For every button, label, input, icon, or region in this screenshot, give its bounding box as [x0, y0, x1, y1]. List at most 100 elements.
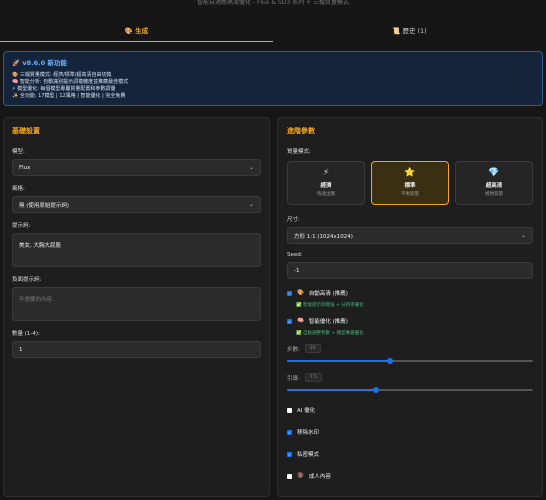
banner-line: ⚡ 模型優化: 每個模型專屬質量配置和參數調優	[12, 86, 534, 93]
prompt-text: 美女, 大胸大屁股	[19, 243, 61, 249]
steps-label-row: 步數: 20	[287, 344, 533, 353]
mode-desc: 平衡質量	[401, 192, 419, 197]
mode-standard-button[interactable]: ⭐ 標準 平衡質量	[371, 161, 449, 205]
seed-label: Seed:	[287, 252, 303, 258]
palette-icon: 🎨	[12, 72, 19, 78]
smart-optimize-label: 智能優化 (推薦)	[308, 319, 348, 325]
count-value: 1	[19, 346, 23, 353]
palette-icon: 🎨	[297, 290, 304, 296]
model-select-value: Flux	[19, 164, 31, 171]
mode-name: 標準	[404, 183, 416, 189]
guidance-label-row: 引導: 7.5	[287, 373, 533, 382]
size-select[interactable]: 方形 1:1 (1024x1024) ⌄	[287, 227, 533, 244]
count-label: 數量 (1-4):	[12, 331, 40, 337]
seed-value: -1	[294, 267, 300, 274]
tab-history[interactable]: 📜 歷史 (1)	[273, 22, 546, 42]
auto-hd-checkbox-row[interactable]: ✓ 🎨 自動高清 (推薦)	[287, 289, 533, 297]
negative-prompt-placeholder: 不想要的內容...	[19, 297, 58, 303]
smart-optimize-hint: ✅ 自動調整參數 + 模型專屬優化	[296, 331, 364, 336]
banner-line-text: 三檔質量模式: 經濟/標準/超高清自由切換	[19, 72, 112, 78]
ai-optimize-checkbox-row[interactable]: AI 優化	[287, 406, 533, 414]
adult-content-checkbox-row[interactable]: 🔞 成人內容	[287, 472, 533, 480]
style-label: 風格:	[12, 186, 25, 192]
steps-slider-handle[interactable]	[387, 358, 394, 364]
advanced-params-panel: 進階參數 質量模式: ⚡ 經濟 快速出圖 ⭐ 標準 平衡質量 💎 超高清 極致質…	[277, 117, 543, 497]
mode-economy-button[interactable]: ⚡ 經濟 快速出圖	[287, 161, 365, 205]
prompt-label: 提示詞:	[12, 223, 31, 229]
negative-prompt-textarea[interactable]: 不想要的內容...	[12, 287, 261, 321]
palette-icon: 🎨	[124, 27, 133, 35]
size-label: 尺寸:	[287, 217, 300, 223]
no-under-18-icon: 🔞	[297, 473, 304, 479]
private-mode-checkbox-row[interactable]: ✓ 私密模式	[287, 450, 533, 458]
steps-value: 20	[304, 344, 321, 353]
adult-content-checkbox[interactable]	[287, 473, 292, 479]
auto-hd-checkbox[interactable]: ✓	[287, 290, 292, 296]
style-select-value: 無 (使用原始提示詞)	[19, 202, 70, 209]
guidance-slider-handle[interactable]	[372, 387, 379, 393]
quality-mode-group: ⚡ 經濟 快速出圖 ⭐ 標準 平衡質量 💎 超高清 極致質量	[287, 161, 533, 205]
banner-line-text: 智能分析: 自動識別提示詞複雜度並推薦最佳模式	[19, 79, 129, 85]
model-label: 模型:	[12, 149, 25, 155]
banner-title-text: v8.6.0 新功能	[22, 59, 67, 67]
steps-slider[interactable]	[287, 358, 533, 364]
banner-line-text: 模型優化: 每個模型專屬質量配置和參數調優	[17, 86, 116, 92]
guidance-label: 引導:	[287, 375, 300, 382]
auto-hd-hint: ✅ 智能提示詞增強 + 分辨率優化	[296, 303, 364, 308]
private-mode-checkbox[interactable]: ✓	[287, 451, 292, 457]
adult-content-label: 成人內容	[308, 474, 331, 480]
star-icon: ⭐	[404, 168, 416, 178]
count-input[interactable]: 1	[12, 341, 261, 358]
steps-label: 步數:	[287, 346, 300, 353]
size-select-value: 方形 1:1 (1024x1024)	[294, 233, 353, 240]
remove-watermark-checkbox[interactable]: ✓	[287, 429, 292, 435]
banner-title: 🚀 v8.6.0 新功能	[12, 57, 534, 67]
negative-prompt-label: 負面提示詞:	[12, 277, 42, 283]
basic-settings-title: 基礎設置	[12, 127, 40, 135]
banner-line: 🎨 三檔質量模式: 經濟/標準/超高清自由切換	[12, 72, 534, 79]
guidance-slider[interactable]	[287, 387, 533, 393]
page-header: 智能自適應高清優化 - Flux & SD3 系列 + 三檔質量模式	[197, 0, 349, 6]
basic-settings-panel: 基礎設置 模型: Flux ⌄ 風格: 無 (使用原始提示詞) ⌄ 提示詞: 美…	[3, 117, 270, 497]
smart-optimize-checkbox[interactable]: ✓	[287, 318, 292, 324]
auto-hd-label: 自動高清 (推薦)	[308, 291, 348, 297]
brain-icon: 🧠	[297, 318, 304, 324]
model-select[interactable]: Flux ⌄	[12, 159, 261, 176]
banner-line: ✨ 全功能: 17模型 | 12風格 | 智能優化 | 完全免費	[12, 93, 534, 100]
mode-name: 經濟	[320, 183, 332, 189]
scroll-icon: 📜	[392, 27, 401, 35]
lightning-icon: ⚡	[12, 86, 16, 92]
mode-desc: 快速出圖	[317, 192, 335, 197]
advanced-params-title: 進階參數	[287, 127, 315, 135]
quality-mode-label: 質量模式:	[287, 149, 311, 155]
tab-generate[interactable]: 🎨 生成	[0, 22, 273, 42]
mode-ultra-hd-button[interactable]: 💎 超高清 極致質量	[455, 161, 533, 205]
banner-line-text: 全功能: 17模型 | 12風格 | 智能優化 | 完全免費	[19, 93, 126, 99]
smart-optimize-checkbox-row[interactable]: ✓ 🧠 智能優化 (推薦)	[287, 317, 533, 325]
seed-input[interactable]: -1	[287, 262, 533, 279]
ai-optimize-label: AI 優化	[297, 408, 316, 414]
tab-history-label: 歷史 (1)	[402, 27, 427, 35]
private-mode-label: 私密模式	[297, 452, 320, 458]
mode-name: 超高清	[485, 183, 503, 189]
guidance-value: 7.5	[304, 373, 323, 382]
banner-line: 🧠 智能分析: 自動識別提示詞複雜度並推薦最佳模式	[12, 79, 534, 86]
ai-optimize-checkbox[interactable]	[287, 407, 292, 413]
chevron-down-icon: ⌄	[248, 164, 254, 171]
main-tabs: 🎨 生成 📜 歷史 (1)	[0, 22, 546, 42]
remove-watermark-checkbox-row[interactable]: ✓ 移除水印	[287, 428, 533, 436]
chevron-down-icon: ⌄	[248, 201, 254, 208]
mode-desc: 極致質量	[485, 192, 503, 197]
lightning-icon: ⚡	[322, 168, 330, 178]
style-select[interactable]: 無 (使用原始提示詞) ⌄	[12, 196, 261, 213]
chevron-down-icon: ⌄	[520, 232, 526, 239]
rocket-icon: 🚀	[12, 59, 21, 67]
steps-slider-fill	[287, 360, 391, 362]
guidance-slider-fill	[287, 389, 376, 391]
gem-icon: 💎	[488, 168, 500, 178]
sparkles-icon: ✨	[12, 93, 19, 99]
whats-new-banner: 🚀 v8.6.0 新功能 🎨 三檔質量模式: 經濟/標準/超高清自由切換 🧠 智…	[3, 51, 543, 106]
brain-icon: 🧠	[12, 79, 19, 85]
prompt-textarea[interactable]: 美女, 大胸大屁股	[12, 233, 261, 267]
tab-generate-label: 生成	[135, 27, 149, 35]
